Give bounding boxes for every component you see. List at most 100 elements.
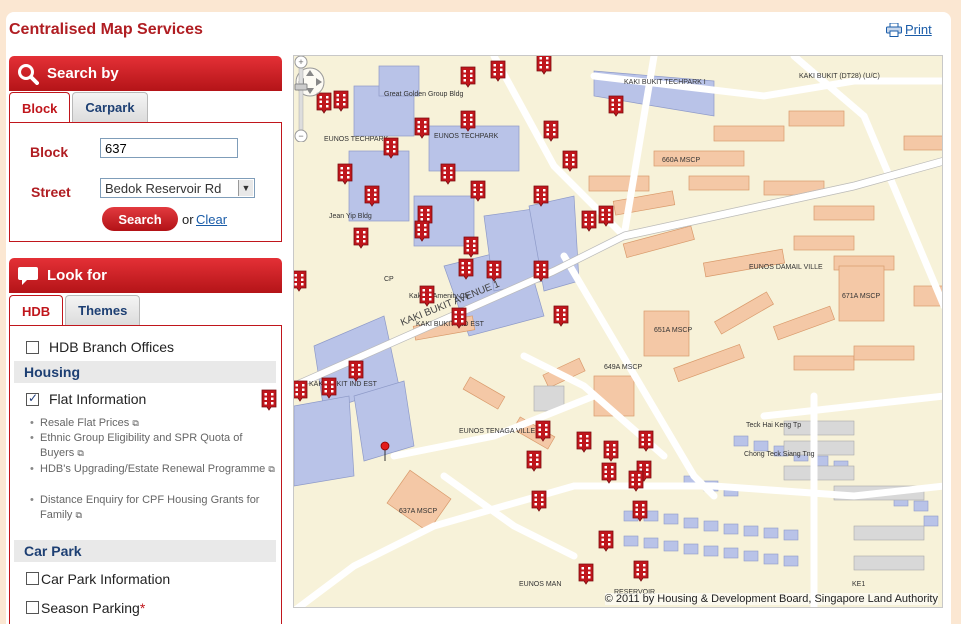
resale-prices-link[interactable]: Resale Flat Prices ⧉ bbox=[30, 416, 276, 431]
map-label: 651A MSCP bbox=[654, 327, 692, 334]
street-select-value: Bedok Reservoir Rd bbox=[105, 180, 222, 196]
resale-prices-label: Resale Flat Prices bbox=[40, 417, 130, 429]
map-canvas[interactable]: KAKI BUKIT AVENUE 1 EUNOS TECHPARK EUNOS… bbox=[294, 56, 943, 608]
map-label: EUNOS TECHPARK bbox=[324, 136, 389, 143]
hdb-block-marker[interactable] bbox=[419, 285, 435, 307]
external-link-icon: ⧉ bbox=[268, 464, 275, 474]
search-panel-header: Search by bbox=[9, 56, 282, 91]
hdb-block-marker[interactable] bbox=[458, 258, 474, 280]
tab-block[interactable]: Block bbox=[9, 92, 71, 123]
hdb-block-marker[interactable] bbox=[632, 500, 648, 522]
map-label: CP bbox=[384, 276, 394, 283]
tab-carpark[interactable]: Carpark bbox=[72, 92, 148, 122]
block-label: Block bbox=[30, 144, 69, 160]
map-label: Great Golden Group Bldg bbox=[384, 91, 463, 98]
hdb-block-marker[interactable] bbox=[536, 56, 552, 75]
hdb-block-marker[interactable] bbox=[562, 150, 578, 172]
ethnic-quota-label: Ethnic Group Eligibility and SPR Quota o… bbox=[40, 432, 243, 459]
map-label: Teck Hai Keng Tp bbox=[746, 422, 801, 429]
industrial-area bbox=[294, 65, 715, 487]
hdb-block-marker[interactable] bbox=[578, 563, 594, 585]
map-label: KAKI BUKIT TECHPARK I bbox=[624, 79, 706, 86]
hdb-block-marker[interactable] bbox=[294, 380, 308, 402]
hdb-block-marker[interactable] bbox=[553, 305, 569, 327]
cpf-distance-link[interactable]: Distance Enquiry for CPF Housing Grants … bbox=[30, 493, 276, 523]
map-label: EUNOS DAMAIL VILLE bbox=[749, 264, 823, 271]
chevron-down-icon[interactable]: ▼ bbox=[238, 180, 253, 196]
season-parking-checkbox[interactable] bbox=[26, 601, 39, 614]
housing-section-header: Housing bbox=[14, 361, 276, 383]
hdb-block-marker[interactable] bbox=[598, 530, 614, 552]
tab-themes[interactable]: Themes bbox=[65, 295, 141, 325]
map-label: Chong Teck Siang Tng bbox=[744, 451, 815, 458]
hdb-block-marker[interactable] bbox=[333, 90, 349, 112]
map-label: EUNOS TECHPARK bbox=[434, 133, 499, 140]
ethnic-quota-link[interactable]: Ethnic Group Eligibility and SPR Quota o… bbox=[30, 431, 276, 461]
printer-icon bbox=[886, 22, 902, 37]
map-label: KE1 bbox=[852, 581, 865, 588]
hdb-block-marker[interactable] bbox=[414, 117, 430, 139]
map-label: 671A MSCP bbox=[842, 293, 880, 300]
print-link[interactable]: Print bbox=[886, 22, 932, 37]
map-label: Kaki Bt Amenity Ctr bbox=[409, 293, 470, 300]
hdb-block-marker[interactable] bbox=[460, 66, 476, 88]
zoom-control[interactable]: + − bbox=[294, 56, 308, 142]
map-label: 649A MSCP bbox=[604, 364, 642, 371]
hdb-block-marker[interactable] bbox=[440, 163, 456, 185]
map-label: KAKI BUKIT IND EST bbox=[309, 381, 378, 388]
branch-offices-checkbox[interactable] bbox=[26, 341, 39, 354]
hdb-block-marker[interactable] bbox=[383, 137, 399, 159]
look-for-panel-header: Look for bbox=[9, 258, 282, 293]
look-for-panel-title: Look for bbox=[47, 267, 107, 284]
hdb-block-marker[interactable] bbox=[486, 260, 502, 282]
block-input[interactable] bbox=[100, 138, 238, 158]
hdb-block-marker[interactable] bbox=[598, 205, 614, 227]
flat-info-label: Flat Information bbox=[49, 391, 147, 407]
hdb-block-marker[interactable] bbox=[581, 210, 597, 232]
hdb-block-marker[interactable] bbox=[543, 120, 559, 142]
street-select[interactable]: Bedok Reservoir Rd ▼ bbox=[100, 178, 255, 198]
hdb-block-marker[interactable] bbox=[460, 110, 476, 132]
hdb-block-marker[interactable] bbox=[633, 560, 649, 582]
hdb-block-marker[interactable] bbox=[321, 377, 337, 399]
car-park-info-checkbox[interactable] bbox=[26, 572, 39, 585]
map-label: EUNOS MAN bbox=[519, 581, 561, 588]
tab-hdb[interactable]: HDB bbox=[9, 295, 64, 326]
hdb-block-marker[interactable] bbox=[451, 307, 467, 329]
hdb-block-marker[interactable] bbox=[463, 236, 479, 258]
hdb-block-marker[interactable] bbox=[353, 227, 369, 249]
upgrading-label: HDB's Upgrading/Estate Renewal Programme bbox=[40, 463, 266, 475]
hdb-block-marker[interactable] bbox=[470, 180, 486, 202]
hdb-block-marker[interactable] bbox=[364, 185, 380, 207]
hdb-block-marker[interactable] bbox=[526, 450, 542, 472]
hdb-block-marker[interactable] bbox=[638, 430, 654, 452]
hdb-block-marker[interactable] bbox=[603, 440, 619, 462]
map-label: Jean Yip Bldg bbox=[329, 213, 372, 220]
map-label: 637A MSCP bbox=[399, 508, 437, 515]
page-title: Centralised Map Services bbox=[9, 21, 203, 38]
hdb-block-marker[interactable] bbox=[414, 220, 430, 242]
hdb-block-marker[interactable] bbox=[535, 420, 551, 442]
hdb-block-marker[interactable] bbox=[576, 431, 592, 453]
map-view[interactable]: KAKI BUKIT AVENUE 1 EUNOS TECHPARK EUNOS… bbox=[293, 55, 943, 608]
hdb-block-marker[interactable] bbox=[348, 360, 364, 382]
external-link-icon: ⧉ bbox=[75, 510, 82, 520]
upgrading-link[interactable]: HDB's Upgrading/Estate Renewal Programme… bbox=[30, 462, 276, 477]
search-tabs: Block Carpark bbox=[9, 92, 148, 123]
hdb-block-marker[interactable] bbox=[628, 470, 644, 492]
hdb-block-marker[interactable] bbox=[533, 260, 549, 282]
hdb-block-marker[interactable] bbox=[294, 270, 307, 292]
hdb-block-marker[interactable] bbox=[533, 185, 549, 207]
map-label: KAKI BUKIT IND EST bbox=[416, 321, 485, 328]
hdb-block-legend-icon bbox=[261, 389, 277, 411]
clear-link[interactable]: Clear bbox=[196, 212, 227, 227]
required-mark: * bbox=[139, 600, 146, 616]
flat-info-checkbox[interactable] bbox=[26, 391, 39, 406]
hdb-block-marker[interactable] bbox=[490, 60, 506, 82]
map-copyright: © 2011 by Housing & Development Board, S… bbox=[604, 593, 938, 605]
hdb-block-marker[interactable] bbox=[531, 490, 547, 512]
hdb-block-marker[interactable] bbox=[608, 95, 624, 117]
hdb-block-marker[interactable] bbox=[337, 163, 353, 185]
hdb-block-marker[interactable] bbox=[601, 462, 617, 484]
search-button[interactable]: Search bbox=[102, 207, 178, 231]
